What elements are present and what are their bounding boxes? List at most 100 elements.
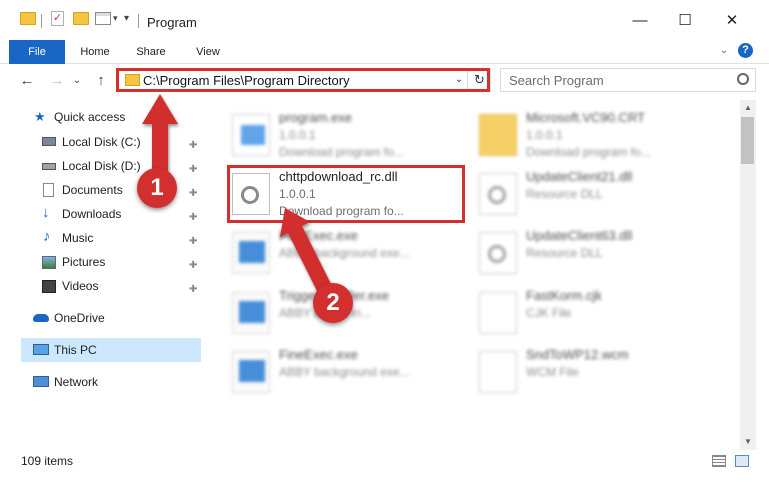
tab-home[interactable]: Home	[72, 40, 118, 64]
customize-toolbar-icon[interactable]	[95, 12, 111, 25]
drive-icon	[42, 137, 56, 146]
file-item[interactable]: FastKorm.cjk CJK File	[479, 288, 719, 343]
pin-icon[interactable]: ✚	[189, 279, 197, 301]
file-item[interactable]: FineExec.exe ABBY background exe...	[232, 228, 472, 283]
toolbar-dropdown-icon[interactable]: ▾	[113, 13, 118, 24]
file-list: program.exe 1.0.0.1 Download program fo.…	[205, 100, 740, 450]
address-path[interactable]: C:\Program Files\Program Directory	[143, 73, 350, 88]
toolbar-menu-icon[interactable]: ▾	[124, 13, 129, 24]
new-folder-icon[interactable]	[73, 12, 89, 25]
pin-icon[interactable]: ✚	[189, 183, 197, 205]
close-button[interactable]: ✕	[710, 6, 754, 36]
minimize-button[interactable]: —	[618, 6, 662, 36]
vertical-scrollbar[interactable]: ▲ ▼	[740, 100, 756, 450]
file-description: ABBY background exe...	[279, 246, 410, 260]
videos-icon	[42, 280, 56, 293]
file-icon	[479, 351, 517, 393]
dll-icon	[479, 232, 517, 274]
search-input[interactable]	[509, 70, 729, 90]
file-item[interactable]: SndToWP12.wcm WCM File	[479, 347, 719, 402]
tab-share[interactable]: Share	[128, 40, 174, 64]
file-version: 1.0.0.1	[526, 128, 563, 142]
sidebar-item-onedrive[interactable]: OneDrive	[33, 307, 203, 329]
toolbar-divider	[138, 14, 139, 28]
pin-icon[interactable]: ✚	[189, 231, 197, 253]
file-name: program.exe	[279, 110, 352, 125]
expand-ribbon-icon[interactable]: ⌄	[717, 44, 731, 58]
sidebar-item-downloads[interactable]: ↓ Downloads ✚	[42, 203, 202, 225]
title-bar: ✓ ▾ ▾ Program — ☐ ✕	[0, 0, 769, 40]
help-icon[interactable]: ?	[738, 43, 753, 58]
file-icon	[479, 292, 517, 334]
file-name: FastKorm.cjk	[526, 288, 602, 303]
sidebar-item-local-disk-d[interactable]: Local Disk (D:) ✚	[42, 155, 202, 177]
file-name: UpdateClient21.dll	[526, 169, 633, 184]
file-name: Microsoft.VC90.CRT	[526, 110, 645, 125]
dll-icon	[479, 173, 517, 215]
sidebar-item-music[interactable]: ♪ Music ✚	[42, 227, 202, 249]
file-item[interactable]: program.exe 1.0.0.1 Download program fo.…	[232, 110, 472, 165]
navigation-pane: ★ Quick access Local Disk (C:) ✚ Local D…	[0, 100, 205, 450]
sidebar-item-this-pc[interactable]: This PC	[33, 339, 203, 361]
file-version: 1.0.0.1	[279, 128, 316, 142]
pin-icon[interactable]: ✚	[189, 159, 197, 181]
file-description: Download program fo...	[279, 145, 404, 159]
documents-icon	[43, 183, 54, 197]
chevron-down-icon[interactable]: ⌄	[451, 69, 467, 91]
refresh-button[interactable]: ↻	[467, 69, 491, 91]
drive-icon	[42, 163, 56, 170]
item-count: 109 items	[21, 454, 74, 468]
sidebar-item-quick-access[interactable]: ★ Quick access	[34, 106, 204, 128]
file-name: UpdateClient63.dll	[526, 228, 633, 243]
window-title: Program	[147, 15, 197, 30]
tab-file[interactable]: File	[9, 40, 65, 64]
large-icons-view-icon[interactable]	[735, 455, 749, 467]
computer-icon	[33, 344, 49, 355]
up-button[interactable]: ↑	[91, 72, 111, 90]
file-item[interactable]: UpdateClient21.dll Resource DLL	[479, 169, 719, 224]
scroll-up-icon[interactable]: ▲	[740, 101, 756, 115]
sidebar-item-documents[interactable]: Documents ✚	[42, 179, 202, 201]
folder-icon	[479, 114, 517, 156]
search-icon[interactable]	[737, 73, 749, 85]
maximize-button[interactable]: ☐	[663, 6, 707, 36]
exe-icon	[232, 351, 270, 393]
recent-locations-button[interactable]: ⌄	[71, 72, 83, 90]
pin-icon[interactable]: ✚	[189, 207, 197, 229]
exe-icon	[232, 232, 270, 274]
search-box[interactable]	[500, 68, 756, 92]
properties-check-icon[interactable]: ✓	[51, 11, 64, 26]
exe-icon	[232, 292, 270, 334]
file-name: FineExec.exe	[279, 228, 358, 243]
file-item[interactable]: FineExec.exe ABBY background exe...	[232, 347, 472, 402]
pin-icon[interactable]: ✚	[189, 135, 197, 157]
file-item-chttpdownload[interactable]: chttpdownload_rc.dll 1.0.0.1 Download pr…	[232, 169, 472, 224]
pictures-icon	[42, 256, 56, 269]
file-description: ABBY background exe...	[279, 365, 410, 379]
scroll-thumb[interactable]	[741, 117, 754, 164]
forward-button[interactable]: →	[47, 72, 67, 90]
gear-icon	[241, 186, 259, 204]
step-1-badge: 1	[137, 168, 177, 208]
file-description: Resource DLL	[526, 246, 603, 260]
downloads-icon: ↓	[42, 204, 50, 221]
folder-icon	[125, 74, 140, 86]
sidebar-item-pictures[interactable]: Pictures ✚	[42, 251, 202, 273]
file-item[interactable]: Microsoft.VC90.CRT 1.0.0.1 Download prog…	[479, 110, 719, 165]
address-bar[interactable]: C:\Program Files\Program Directory ⌄ ↻	[116, 68, 491, 92]
sidebar-item-network[interactable]: Network	[33, 371, 203, 393]
pin-icon[interactable]: ✚	[189, 255, 197, 277]
file-item[interactable]: UpdateClient63.dll Resource DLL	[479, 228, 719, 283]
file-description: Download program fo...	[526, 145, 651, 159]
sidebar-item-videos[interactable]: Videos ✚	[42, 275, 202, 297]
details-view-icon[interactable]	[712, 455, 726, 467]
tab-view[interactable]: View	[185, 40, 231, 64]
folder-icon[interactable]	[20, 12, 36, 25]
exe-icon	[232, 114, 270, 156]
step-2-badge: 2	[313, 283, 353, 323]
scroll-down-icon[interactable]: ▼	[740, 435, 756, 449]
sidebar-item-local-disk-c[interactable]: Local Disk (C:) ✚	[42, 131, 202, 153]
file-description: Download program fo...	[279, 204, 404, 218]
cloud-icon	[33, 314, 49, 322]
back-button[interactable]: ←	[17, 72, 37, 90]
